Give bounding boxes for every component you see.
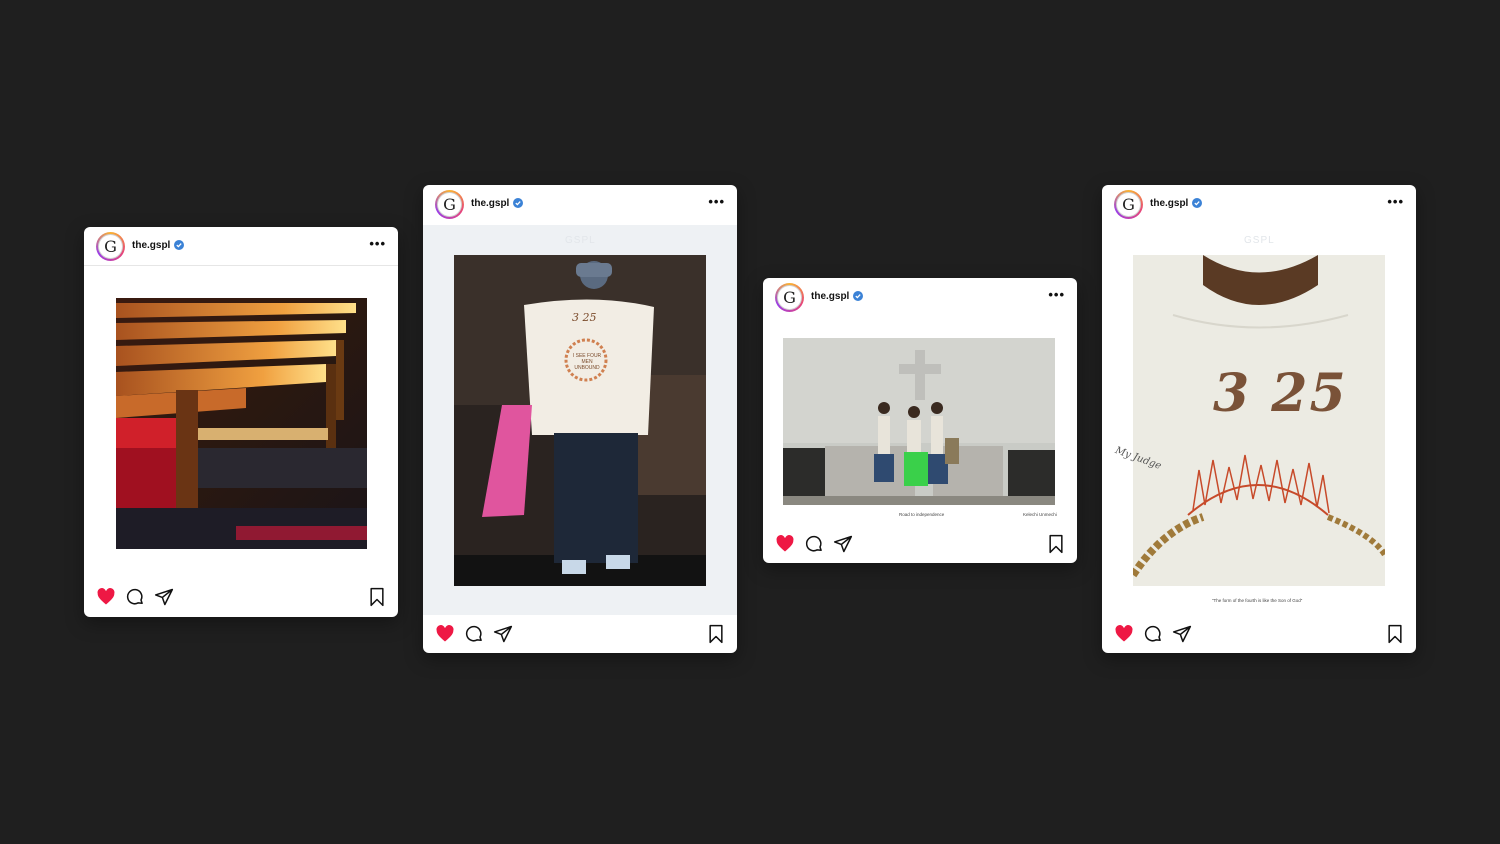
post-quote: “The form of the fourth is like the Son … — [1212, 598, 1303, 603]
shirt-text: I SEE FOUR MEN UNBOUND — [572, 353, 602, 371]
avatar-letter: G — [437, 192, 462, 217]
verified-badge-icon — [853, 291, 863, 301]
post-card-1: G the.gspl ••• — [84, 227, 398, 617]
share-icon[interactable] — [833, 534, 853, 554]
comment-icon[interactable] — [804, 534, 824, 554]
bookmark-icon[interactable] — [707, 624, 725, 644]
share-icon[interactable] — [1172, 624, 1192, 644]
divider — [84, 265, 398, 266]
verified-badge-icon — [1192, 198, 1202, 208]
avatar[interactable]: G — [775, 283, 804, 312]
shirt-number: 3 25 — [572, 311, 597, 324]
bookmark-icon[interactable] — [1386, 624, 1404, 644]
verified-badge-icon — [513, 198, 523, 208]
more-icon[interactable]: ••• — [369, 236, 386, 251]
more-icon[interactable]: ••• — [1048, 287, 1065, 302]
photo-caption-left: Road to independence — [899, 512, 945, 517]
watermark: GSPL — [565, 235, 596, 246]
avatar[interactable]: G — [96, 232, 125, 261]
post-header: G the.gspl ••• — [84, 227, 398, 265]
comment-icon[interactable] — [125, 587, 145, 607]
share-icon[interactable] — [493, 624, 513, 644]
username[interactable]: the.gspl — [1150, 198, 1188, 209]
shirt-number: 3 25 — [1213, 363, 1348, 424]
bookmark-icon[interactable] — [368, 587, 386, 607]
post-photo-shirt-back[interactable]: 3 25 — [1133, 255, 1385, 586]
post-actions — [763, 534, 1077, 558]
username[interactable]: the.gspl — [132, 240, 170, 251]
post-photo-students-walking[interactable] — [783, 338, 1055, 505]
bookmark-icon[interactable] — [1047, 534, 1065, 554]
post-actions — [423, 624, 737, 648]
post-card-3: G the.gspl ••• Road to independence Kele… — [763, 278, 1077, 563]
comment-icon[interactable] — [464, 624, 484, 644]
avatar-letter: G — [1116, 192, 1141, 217]
heart-icon[interactable] — [96, 587, 116, 607]
post-actions — [1102, 624, 1416, 648]
post-header: G the.gspl ••• — [763, 278, 1077, 316]
heart-icon[interactable] — [435, 624, 455, 644]
avatar[interactable]: G — [1114, 190, 1143, 219]
username[interactable]: the.gspl — [471, 198, 509, 209]
avatar[interactable]: G — [435, 190, 464, 219]
avatar-letter: G — [777, 285, 802, 310]
post-header: G the.gspl ••• — [423, 185, 737, 223]
share-icon[interactable] — [154, 587, 174, 607]
username[interactable]: the.gspl — [811, 291, 849, 302]
heart-icon[interactable] — [775, 534, 795, 554]
post-card-4: G the.gspl ••• GSPL 3 25 My Judge “The f… — [1102, 185, 1416, 653]
post-photo-church-pews[interactable] — [116, 298, 367, 549]
watermark: GSPL — [1244, 235, 1275, 246]
photo-caption-right: Kelechi Unmechi — [1023, 512, 1057, 517]
comment-icon[interactable] — [1143, 624, 1163, 644]
avatar-letter: G — [98, 234, 123, 259]
heart-icon[interactable] — [1114, 624, 1134, 644]
more-icon[interactable]: ••• — [708, 194, 725, 209]
post-header: G the.gspl ••• — [1102, 185, 1416, 223]
post-photo-man-shirt[interactable]: 3 25 I SEE FOUR MEN UNBOUND — [454, 255, 706, 586]
verified-badge-icon — [174, 240, 184, 250]
post-actions — [84, 587, 398, 611]
more-icon[interactable]: ••• — [1387, 194, 1404, 209]
post-card-2: G the.gspl ••• GSPL 3 25 I SEE FOUR MEN … — [423, 185, 737, 653]
